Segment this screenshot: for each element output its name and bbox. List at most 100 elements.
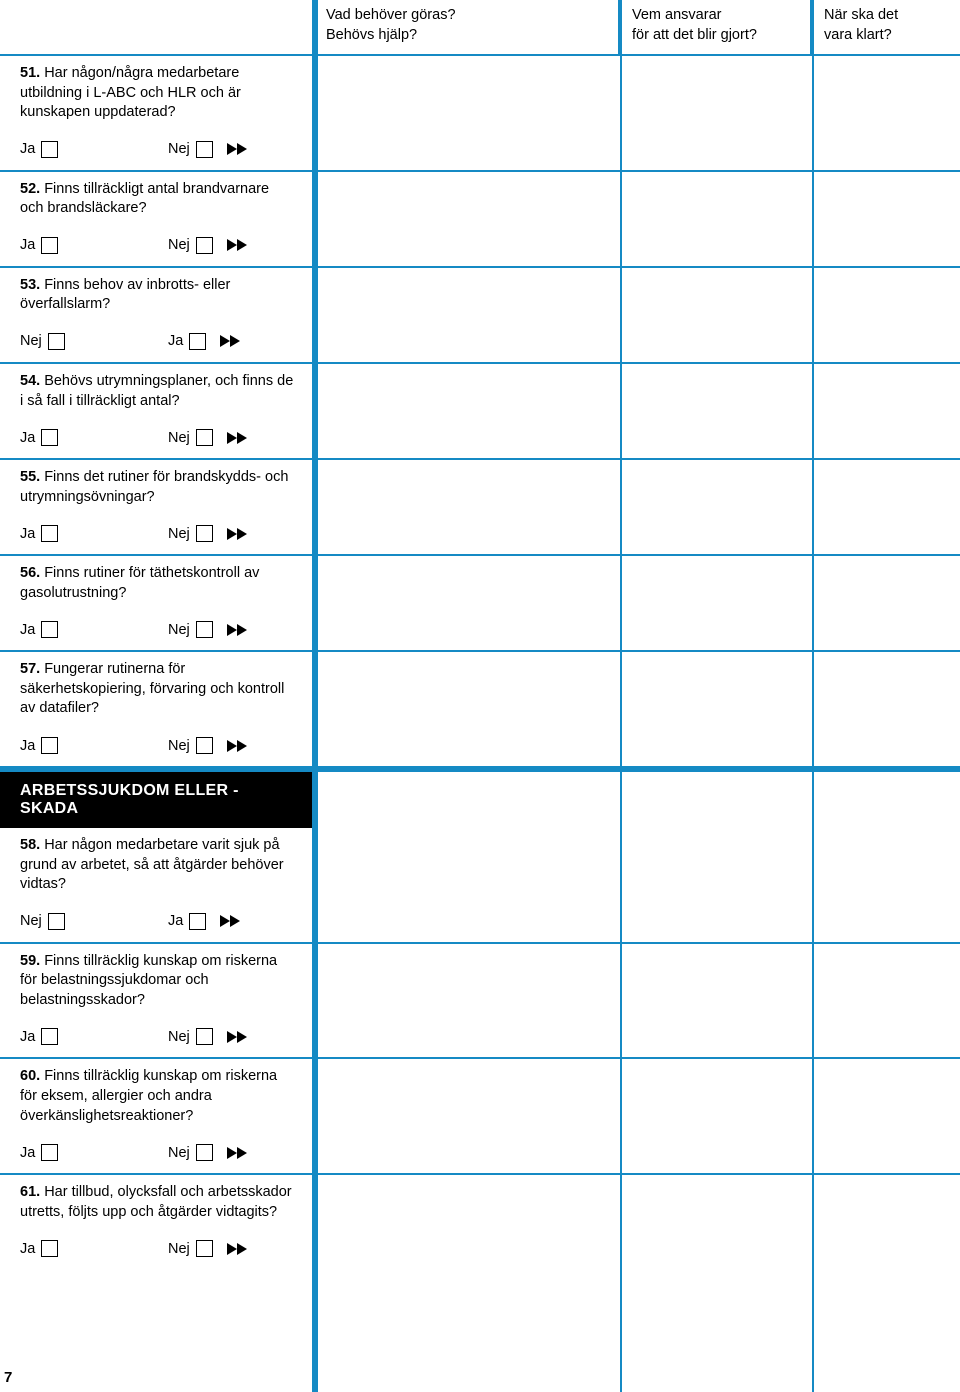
checkbox[interactable] bbox=[196, 1144, 213, 1161]
question-body: Har tillbud, olycksfall och arbetsskador… bbox=[20, 1184, 292, 1220]
checkbox[interactable] bbox=[41, 1240, 58, 1257]
checkbox[interactable] bbox=[196, 429, 213, 446]
vertical-line bbox=[312, 0, 318, 1392]
question-row: 61. Har tillbud, olycksfall och arbetssk… bbox=[0, 1175, 960, 1230]
section-header-row: ARBETSSJUKDOM ELLER -SKADA bbox=[0, 766, 960, 828]
checkbox[interactable] bbox=[196, 525, 213, 542]
answer-cell: Nej Ja bbox=[0, 903, 314, 942]
answer-fill bbox=[314, 828, 960, 903]
arrow-icon bbox=[227, 1243, 247, 1255]
answer-option-ja: Ja bbox=[20, 141, 168, 158]
answer-option-nej: Nej bbox=[168, 525, 213, 542]
answer-label: Nej bbox=[168, 526, 190, 542]
question-text: 57. Fungerar rutinerna för säkerhetskopi… bbox=[20, 660, 294, 719]
checkbox[interactable] bbox=[41, 237, 58, 254]
answer-option-ja: Ja bbox=[20, 1028, 168, 1045]
question-cell: 57. Fungerar rutinerna för säkerhetskopi… bbox=[0, 652, 314, 727]
arrow-icon bbox=[227, 528, 247, 540]
checkbox[interactable] bbox=[41, 737, 58, 754]
answer-label: Nej bbox=[168, 430, 190, 446]
header-col-actions: Vad behöver göras? Behövs hjälp? bbox=[314, 0, 620, 54]
question-number: 52. bbox=[20, 181, 40, 197]
question-row: 57. Fungerar rutinerna för säkerhetskopi… bbox=[0, 652, 960, 727]
answer-option-nej: Nej bbox=[168, 237, 213, 254]
section-title: ARBETSSJUKDOM ELLER -SKADA bbox=[0, 772, 314, 828]
checkbox[interactable] bbox=[189, 913, 206, 930]
question-group: 56. Finns rutiner för täthetskontroll av… bbox=[0, 554, 960, 650]
answer-row: Ja Nej bbox=[0, 1018, 960, 1057]
checkbox[interactable] bbox=[196, 237, 213, 254]
checkbox[interactable] bbox=[196, 1240, 213, 1257]
answer-cell: JaNej bbox=[0, 131, 314, 170]
checkbox[interactable] bbox=[41, 621, 58, 638]
checkbox[interactable] bbox=[196, 1028, 213, 1045]
question-cell: 53. Finns behov av inbrotts- eller överf… bbox=[0, 268, 314, 323]
vertical-line bbox=[620, 0, 622, 1392]
answer-option-nej: Nej bbox=[168, 737, 213, 754]
question-body: Har någon/några medarbetare utbildning i… bbox=[20, 65, 241, 120]
question-body: Finns tillräcklig kunskap om riskerna fö… bbox=[20, 1068, 277, 1123]
question-number: 56. bbox=[20, 565, 40, 581]
question-text: 51. Har någon/några medarbetare utbildni… bbox=[20, 64, 294, 123]
checkbox[interactable] bbox=[48, 333, 65, 350]
header-row: Vad behöver göras? Behövs hjälp? Vem ans… bbox=[0, 0, 960, 54]
arrow-icon bbox=[227, 239, 247, 251]
checkbox[interactable] bbox=[41, 429, 58, 446]
answer-label: Ja bbox=[20, 526, 35, 542]
answer-cell: Ja Nej bbox=[0, 1018, 314, 1057]
arrow-icon bbox=[227, 624, 247, 636]
question-cell: 55. Finns det rutiner för brandskydds- o… bbox=[0, 460, 314, 515]
answer-option-ja: Ja bbox=[168, 913, 206, 930]
question-number: 60. bbox=[20, 1068, 40, 1084]
answer-option-ja: Ja bbox=[20, 429, 168, 446]
question-text: 58. Har någon medarbetare varit sjuk på … bbox=[20, 836, 294, 895]
question-group: 59. Finns tillräcklig kunskap om riskern… bbox=[0, 942, 960, 1058]
question-body: Finns det rutiner för brandskydds- och u… bbox=[20, 469, 288, 505]
answer-label: Ja bbox=[20, 1029, 35, 1045]
question-row: 52. Finns tillräckligt antal brandvarnar… bbox=[0, 172, 960, 227]
answer-cell: JaNej bbox=[0, 1134, 314, 1173]
question-cell: 54. Behövs utrymningsplaner, och finns d… bbox=[0, 364, 314, 419]
question-body: Har någon medarbetare varit sjuk på grun… bbox=[20, 837, 284, 892]
answer-option-ja: Ja bbox=[20, 1144, 168, 1161]
answer-option-ja: Ja bbox=[168, 333, 206, 350]
answer-label: Nej bbox=[168, 1029, 190, 1045]
answer-option-nej: Nej bbox=[20, 913, 168, 930]
checkbox[interactable] bbox=[41, 1144, 58, 1161]
answer-row: JaNej bbox=[0, 419, 960, 458]
question-cell: 60. Finns tillräcklig kunskap om riskern… bbox=[0, 1059, 314, 1134]
answer-fill bbox=[314, 460, 960, 515]
answer-label: Ja bbox=[20, 1241, 35, 1257]
question-text: 53. Finns behov av inbrotts- eller överf… bbox=[20, 276, 294, 315]
page-number: 7 bbox=[4, 1369, 12, 1386]
answer-fill bbox=[314, 56, 960, 131]
checkbox[interactable] bbox=[41, 1028, 58, 1045]
checkbox[interactable] bbox=[196, 621, 213, 638]
checkbox[interactable] bbox=[189, 333, 206, 350]
answer-fill bbox=[314, 652, 960, 727]
checkbox[interactable] bbox=[196, 141, 213, 158]
arrow-icon bbox=[227, 740, 247, 752]
checkbox[interactable] bbox=[48, 913, 65, 930]
answer-label: Nej bbox=[20, 913, 42, 929]
question-cell: 56. Finns rutiner för täthetskontroll av… bbox=[0, 556, 314, 611]
answer-label: Nej bbox=[168, 141, 190, 157]
answer-option-ja: Ja bbox=[20, 237, 168, 254]
question-number: 53. bbox=[20, 277, 40, 293]
answer-label: Ja bbox=[20, 622, 35, 638]
answer-cell: Ja Nej bbox=[0, 611, 314, 650]
question-group: 61. Har tillbud, olycksfall och arbetssk… bbox=[0, 1173, 960, 1269]
question-group: 57. Fungerar rutinerna för säkerhetskopi… bbox=[0, 650, 960, 766]
checkbox[interactable] bbox=[196, 737, 213, 754]
answer-row: Nej Ja bbox=[0, 903, 960, 942]
answer-label: Nej bbox=[168, 622, 190, 638]
answer-option-ja: Ja bbox=[20, 525, 168, 542]
header-spacer bbox=[0, 0, 314, 54]
checkbox[interactable] bbox=[41, 525, 58, 542]
question-group: 51. Har någon/några medarbetare utbildni… bbox=[0, 54, 960, 170]
checkbox[interactable] bbox=[41, 141, 58, 158]
question-number: 61. bbox=[20, 1184, 40, 1200]
header-line: för att det blir gjort? bbox=[632, 26, 800, 46]
question-body: Finns rutiner för täthetskontroll av gas… bbox=[20, 565, 259, 601]
header-col-deadline: När ska det vara klart? bbox=[812, 0, 958, 54]
